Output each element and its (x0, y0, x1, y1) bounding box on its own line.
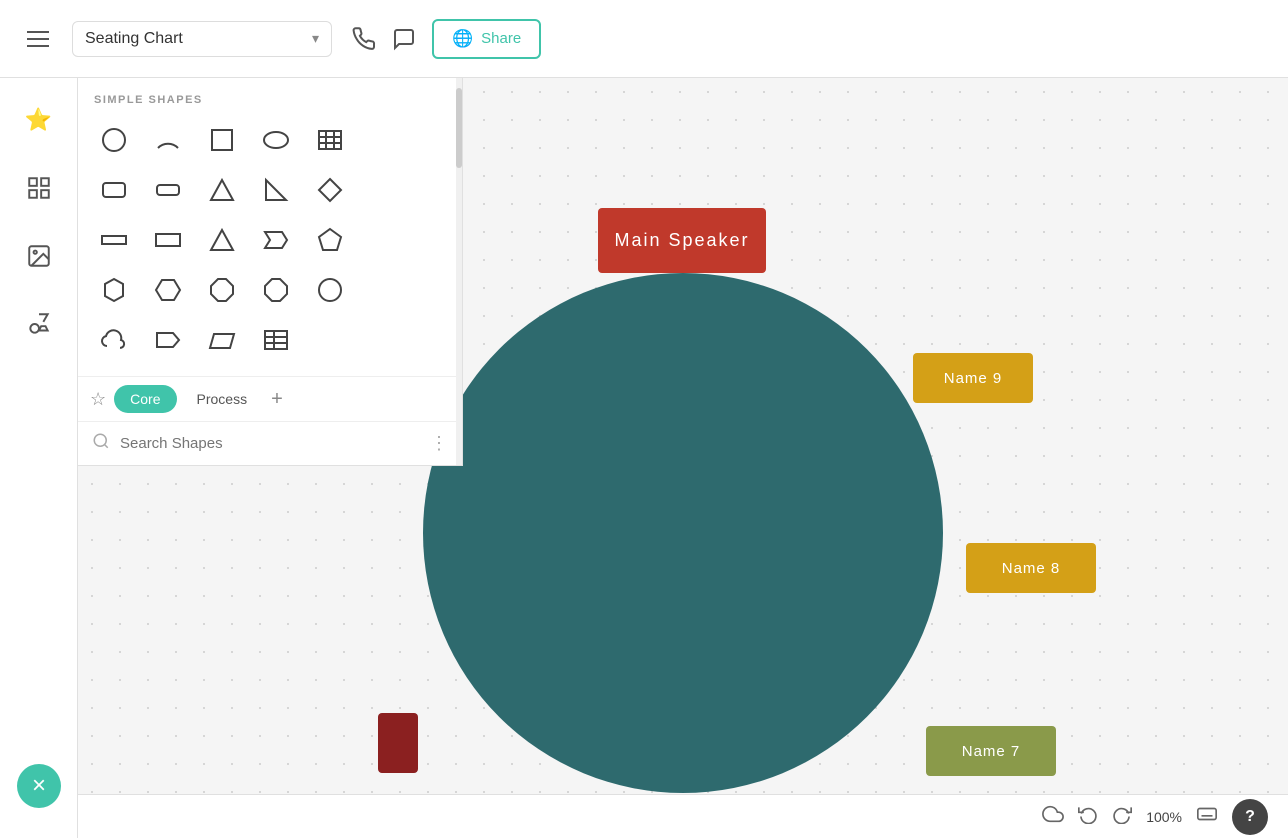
shape-hexagon1[interactable] (94, 270, 134, 310)
main-speaker-label: Main Speaker (614, 230, 749, 251)
shape-right-triangle[interactable] (256, 170, 296, 210)
shape-rounded-rect-small[interactable] (148, 170, 188, 210)
plus-icon: + (271, 388, 283, 410)
header-icons: 🌐 Share (352, 19, 541, 59)
shape-rounded-rect[interactable] (94, 170, 134, 210)
menu-line1 (27, 31, 49, 33)
share-button[interactable]: 🌐 Share (432, 19, 541, 59)
add-tab-button[interactable]: + (271, 388, 283, 411)
search-shapes-input[interactable] (120, 435, 420, 452)
core-tab-button[interactable]: Core (114, 385, 176, 413)
phone-icon (352, 27, 376, 51)
shape-square[interactable] (202, 120, 242, 160)
shape-grid-table[interactable] (256, 320, 296, 360)
grid-icon (26, 175, 52, 201)
name8-shape[interactable]: Name 8 (966, 543, 1096, 593)
doc-title-text: Seating Chart (85, 30, 302, 48)
shape-ellipse[interactable] (256, 120, 296, 160)
shape-triangle-outline[interactable] (202, 220, 242, 260)
doc-title-dropdown[interactable]: Seating Chart ▾ (72, 21, 332, 57)
menu-line3 (27, 45, 49, 47)
close-fab-button[interactable]: × (17, 764, 61, 808)
center-circle-shape[interactable] (423, 273, 943, 793)
left-red-shape[interactable] (378, 713, 418, 773)
zoom-level-text: 100% (1146, 809, 1182, 825)
shape-pentagon[interactable] (310, 220, 350, 260)
search-area: ⋮ (78, 421, 462, 465)
shapes-icon (26, 311, 52, 337)
header: Seating Chart ▾ 🌐 Share (0, 0, 1288, 78)
name9-shape[interactable]: Name 9 (913, 353, 1033, 403)
shape-triangle[interactable] (202, 170, 242, 210)
name7-shape[interactable]: Name 7 (926, 726, 1056, 776)
shape-circle[interactable] (94, 120, 134, 160)
search-more-button[interactable]: ⋮ (430, 433, 448, 454)
shape-cloud[interactable] (94, 320, 134, 360)
shapes-section: SIMPLE SHAPES (78, 78, 462, 376)
main-speaker-shape[interactable]: Main Speaker (598, 208, 766, 273)
keyboard-button[interactable] (1196, 803, 1218, 830)
help-icon: ? (1245, 808, 1255, 826)
image-sidebar-button[interactable] (17, 234, 61, 278)
phone-button[interactable] (352, 27, 376, 51)
undo-icon (1078, 804, 1098, 824)
star-icon: ⭐ (25, 107, 52, 133)
shapes-sidebar-button[interactable] (17, 302, 61, 346)
name8-label: Name 8 (1002, 560, 1061, 577)
shapes-section-title: SIMPLE SHAPES (94, 94, 446, 106)
shape-arrow-pentagon[interactable] (148, 320, 188, 360)
scroll-track[interactable] (456, 78, 462, 465)
redo-button[interactable] (1112, 804, 1132, 829)
chevron-down-icon: ▾ (312, 30, 319, 47)
left-sidebar: ⭐ × (0, 78, 78, 838)
more-icon: ⋮ (430, 433, 448, 453)
menu-line2 (27, 38, 49, 40)
cloud-icon (1042, 803, 1064, 825)
help-button[interactable]: ? (1232, 799, 1268, 835)
shape-octagon2[interactable] (256, 270, 296, 310)
redo-icon (1112, 804, 1132, 824)
shape-parallelogram[interactable] (202, 320, 242, 360)
bottom-toolbar: 100% ? (78, 794, 1288, 838)
cloud-save-button[interactable] (1042, 803, 1064, 830)
keyboard-icon (1196, 803, 1218, 825)
shape-diamond[interactable] (310, 170, 350, 210)
core-tab-label: Core (130, 391, 160, 407)
menu-button[interactable] (16, 17, 60, 61)
shape-hexagon2[interactable] (148, 270, 188, 310)
search-icon (92, 432, 110, 455)
shape-arc[interactable] (148, 120, 188, 160)
shapes-grid (94, 120, 446, 360)
shape-octagon1[interactable] (202, 270, 242, 310)
undo-button[interactable] (1078, 804, 1098, 829)
favorites-sidebar-button[interactable]: ⭐ (17, 98, 61, 142)
image-icon (26, 243, 52, 269)
chat-icon (392, 27, 416, 51)
shape-wide-rect[interactable] (148, 220, 188, 260)
scroll-thumb (456, 88, 462, 168)
name7-label: Name 7 (962, 743, 1021, 760)
shape-thin-rect[interactable] (94, 220, 134, 260)
shape-chevron[interactable] (256, 220, 296, 260)
panel-tabs: ☆ Core Process + (78, 376, 462, 421)
globe-icon: 🌐 (452, 29, 473, 49)
process-tab-label: Process (197, 391, 248, 407)
grid-sidebar-button[interactable] (17, 166, 61, 210)
close-icon: × (32, 772, 46, 800)
shape-panel: SIMPLE SHAPES (78, 78, 463, 466)
shape-table[interactable] (310, 120, 350, 160)
name9-label: Name 9 (944, 370, 1003, 387)
share-label: Share (481, 30, 521, 47)
process-tab-button[interactable]: Process (181, 385, 264, 413)
chat-button[interactable] (392, 27, 416, 51)
shape-circle-outline[interactable] (310, 270, 350, 310)
favorites-tab-button[interactable]: ☆ (90, 389, 106, 410)
